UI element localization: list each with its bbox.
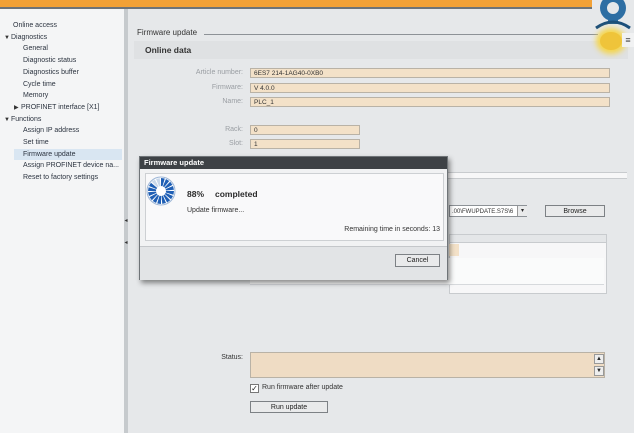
tree-item-label: PROFINET interface [X1]: [21, 103, 100, 111]
run-after-update-label: Run firmware after update: [262, 384, 343, 391]
dialog-title: Firmware update: [140, 157, 447, 169]
progress-percent: 88%: [187, 189, 205, 199]
tree-item[interactable]: Assign PROFINET device na...: [14, 160, 122, 171]
name-label: Name:: [222, 98, 243, 105]
table-cell-highlight: [449, 244, 459, 256]
tree-item[interactable]: Reset to factory settings: [14, 172, 122, 183]
tree-item-label: Diagnostics: [11, 33, 48, 41]
tree-item-label: Reset to factory settings: [23, 174, 99, 182]
run-after-update-checkbox[interactable]: ✓: [250, 384, 259, 393]
expand-toggle-icon[interactable]: ▼: [4, 33, 11, 44]
tree-item[interactable]: General: [14, 43, 122, 54]
progress-spinner-icon: [146, 176, 176, 206]
browse-button[interactable]: Browse: [545, 205, 605, 217]
tree-item[interactable]: ▼Diagnostics: [4, 32, 122, 43]
tree-item[interactable]: ▼Functions: [4, 114, 122, 125]
tree-item[interactable]: Diagnostics buffer: [14, 67, 122, 78]
rack-label: Rack:: [225, 126, 243, 133]
remaining-time-label: Remaining time in seconds: 13: [344, 226, 440, 233]
section-divider: [204, 34, 598, 35]
tree-item[interactable]: Assign IP address: [14, 125, 122, 136]
slot-label: Slot:: [228, 140, 243, 147]
tree-item-label: Diagnostic status: [23, 57, 77, 65]
channel-logo-icon: [592, 0, 634, 30]
status-label: Status:: [221, 354, 243, 361]
online-data-title: Online data: [145, 45, 192, 55]
dropdown-arrow-icon[interactable]: ▾: [517, 206, 527, 216]
tree-item[interactable]: Diagnostic status: [14, 55, 122, 66]
status-field: [250, 352, 605, 378]
highlight-glow-icon[interactable]: [600, 32, 622, 50]
partial-header-strip: [447, 172, 627, 179]
tree-item-label: Online access: [13, 22, 57, 29]
tree-item-label: Functions: [11, 115, 42, 123]
tree-item-label: Assign PROFINET device na...: [23, 162, 119, 170]
tree-item-label: Cycle time: [23, 80, 56, 88]
tree-item-label: Firmware update: [23, 150, 76, 158]
tree-item-label: General: [23, 45, 48, 53]
article-number-field: 6ES7 214-1AG40-0XB0: [250, 68, 610, 78]
online-data-header: [134, 41, 628, 59]
section-title: Firmware update: [137, 28, 198, 37]
name-field: PLC_1: [250, 97, 610, 107]
tree-item-label: Set time: [23, 139, 49, 146]
slot-field: 1: [250, 139, 360, 149]
expand-toggle-icon[interactable]: ▼: [4, 115, 11, 126]
run-update-button[interactable]: Run update: [250, 401, 328, 413]
tree-item-label: Assign IP address: [23, 127, 80, 135]
rack-field: 0: [250, 125, 360, 135]
tree-item[interactable]: Set time: [14, 137, 122, 148]
firmware-label: Firmware:: [211, 84, 243, 91]
tree-item[interactable]: Memory: [14, 90, 122, 101]
progress-action-label: Update firmware...: [187, 207, 245, 214]
update-file-path-field[interactable]: .00\FWUPDATE.S7S\6: [449, 205, 527, 217]
cancel-button[interactable]: Cancel: [395, 254, 440, 267]
tree-item[interactable]: ▶ PROFINET interface [X1]: [14, 102, 122, 113]
tree-item-label: Memory: [23, 92, 49, 100]
scroll-up-icon[interactable]: ▲: [594, 354, 604, 364]
expand-toggle-icon[interactable]: ▶: [14, 103, 21, 114]
firmware-update-dialog: Firmware update Cancel: [139, 156, 448, 280]
tree-item[interactable]: Firmware update: [14, 148, 122, 160]
tree-item[interactable]: Cycle time: [14, 79, 122, 90]
firmware-field: V 4.0.0: [250, 83, 610, 93]
tree-item[interactable]: Online access: [4, 20, 122, 31]
title-bar-accent: [0, 0, 634, 7]
menu-icon[interactable]: ≡: [622, 33, 634, 47]
scroll-down-icon[interactable]: ▼: [594, 366, 604, 376]
article-number-label: Article number:: [195, 69, 243, 76]
progress-completed-label: completed: [215, 189, 258, 199]
tree-item-label: Diagnostics buffer: [23, 68, 79, 76]
